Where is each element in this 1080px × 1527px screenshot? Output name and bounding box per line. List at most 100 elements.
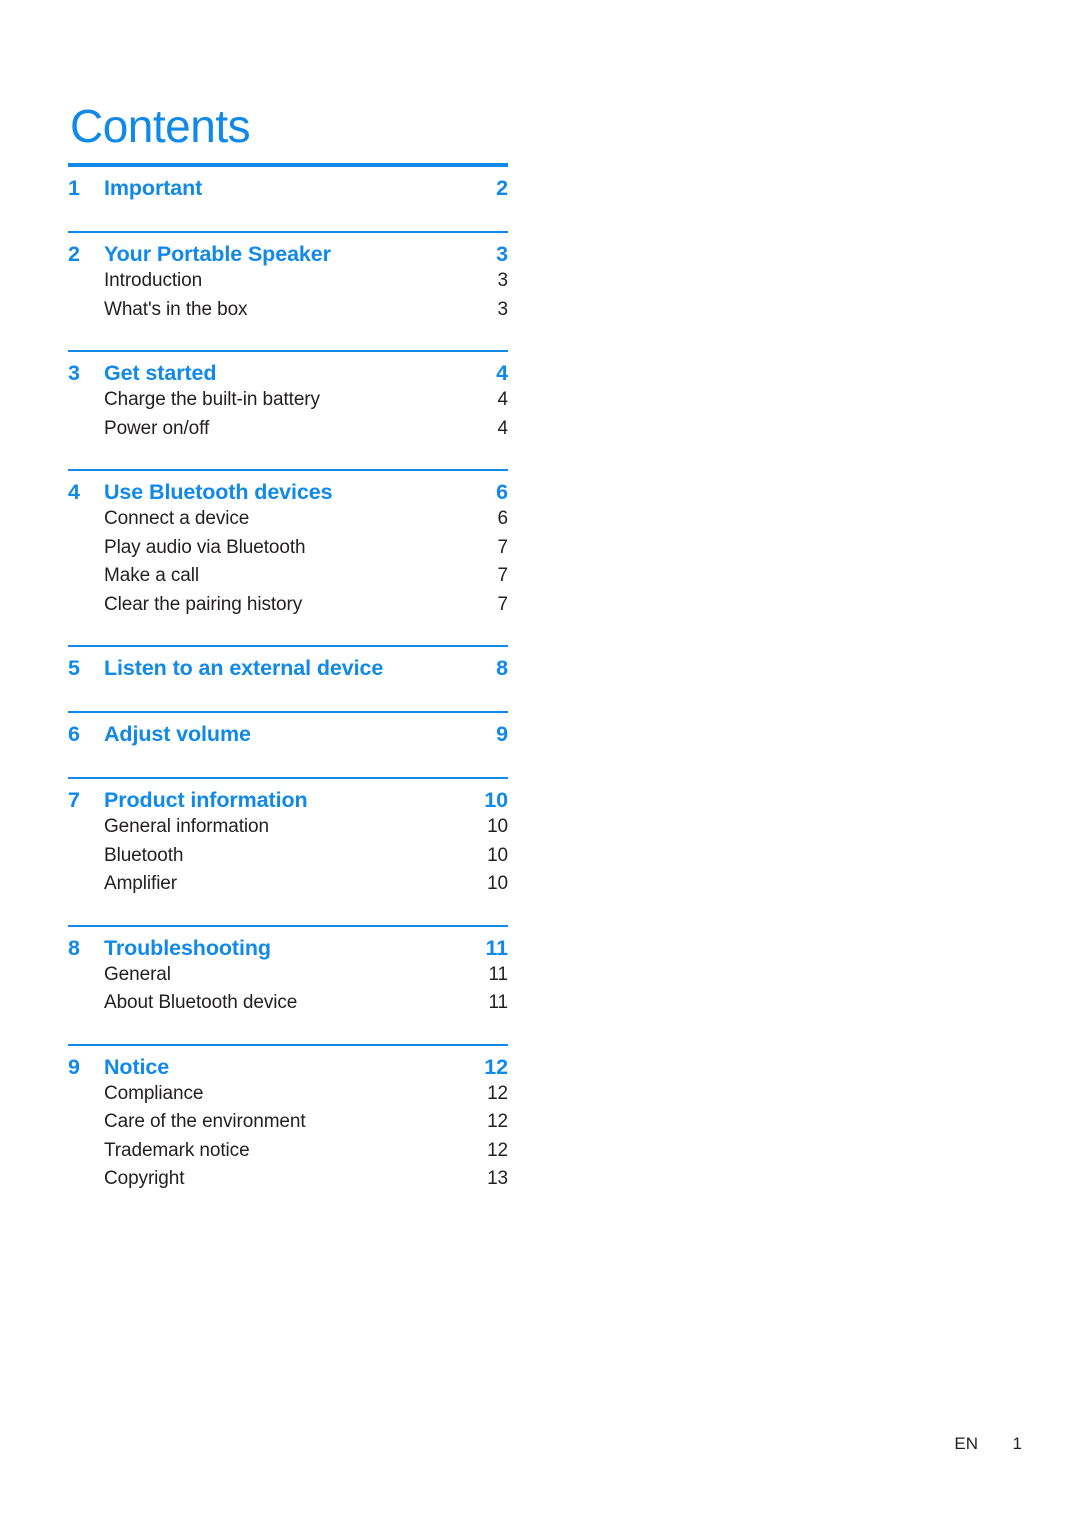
footer-page-number: 1 (1012, 1434, 1022, 1453)
toc-entry[interactable]: 9 Notice 12 (68, 1046, 508, 1080)
toc-subentry[interactable]: Power on/off 4 (68, 415, 508, 444)
toc-subentry-page: 7 (497, 593, 509, 615)
toc-section: 3 Get started 4 Charge the built-in battery… (68, 350, 508, 469)
toc-entry-page: 12 (484, 1054, 508, 1079)
toc-subentry[interactable]: Copyright 13 (68, 1165, 508, 1194)
toc-subentry-title: Amplifier (104, 873, 178, 894)
toc-subentry[interactable]: General information 10 (68, 813, 508, 842)
toc-subentry-page: 12 (487, 1111, 508, 1132)
toc-entry-page: 3 (496, 242, 508, 266)
toc-entry[interactable]: 7 Product information 10 (68, 779, 508, 813)
toc-subentry[interactable]: Play audio via Bluetooth 7 (68, 534, 508, 563)
toc-entry-title: Adjust volume (104, 722, 251, 746)
toc-entry-page: 10 (484, 788, 508, 812)
toc-subentry-page: 10 (487, 873, 508, 894)
toc-entry-number: 8 (68, 935, 80, 960)
toc-subentry-title: Trademark notice (104, 1139, 250, 1161)
toc-subentry-title: Make a call (104, 565, 199, 586)
toc-section: 6 Adjust volume 9 (68, 711, 508, 777)
toc-entry-title: Important (104, 176, 203, 200)
toc-entry-number: 9 (68, 1054, 80, 1079)
toc-subentry-page: 3 (497, 270, 509, 291)
toc-subentry[interactable]: About Bluetooth device 11 (68, 989, 508, 1018)
toc-subentry-title: Copyright (104, 1168, 185, 1189)
toc-subentry[interactable]: Connect a device 6 (68, 505, 508, 534)
toc-subentry-page: 10 (487, 816, 508, 837)
toc-subentry-page: 3 (497, 298, 509, 320)
toc-subentry[interactable]: Bluetooth 10 (68, 842, 508, 871)
toc-entry[interactable]: 6 Adjust volume 9 (68, 713, 508, 747)
toc-entry-page: 11 (485, 935, 508, 960)
toc-entry-page: 8 (496, 656, 508, 680)
toc-subentry-title: Connect a device (104, 508, 250, 529)
toc-entry-title: Use Bluetooth devices (104, 480, 333, 504)
toc-entry[interactable]: 3 Get started 4 (68, 352, 508, 386)
toc-entry-number: 1 (68, 176, 80, 200)
toc-subentry-page: 4 (497, 417, 509, 439)
toc-subentry-page: 11 (488, 992, 508, 1013)
toc-entry-page: 6 (496, 480, 508, 504)
toc-entry[interactable]: 2 Your Portable Speaker 3 (68, 233, 508, 267)
table-of-contents: 1 Important 2 2 Your Portable Speaker 3 Introd… (68, 163, 508, 1220)
toc-subentry-page: 12 (487, 1082, 508, 1104)
toc-entry-number: 2 (68, 242, 80, 266)
document-page: Contents 1 Important 2 2 Your Portable Speak… (0, 0, 1080, 1527)
toc-subentry-title: Charge the built-in battery (104, 389, 320, 410)
toc-subentry-title: What's in the box (104, 298, 248, 320)
toc-section: 1 Important 2 (68, 163, 508, 231)
toc-subentry-title: Play audio via Bluetooth (104, 536, 306, 558)
toc-entry[interactable]: 5 Listen to an external device 8 (68, 647, 508, 681)
toc-section: 5 Listen to an external device 8 (68, 645, 508, 711)
toc-section: 7 Product information 10 General informatio… (68, 777, 508, 925)
toc-entry-title: Notice (104, 1054, 170, 1079)
toc-entry-page: 4 (496, 361, 508, 385)
toc-section: 8 Troubleshooting 11 General 11 About Bluetoo… (68, 924, 508, 1044)
toc-subentry-page: 6 (497, 508, 509, 529)
toc-subentry[interactable]: Trademark notice 12 (68, 1137, 508, 1166)
toc-subentry[interactable]: Compliance 12 (68, 1080, 508, 1109)
toc-entry-number: 5 (68, 656, 80, 680)
toc-subentry-title: General (104, 963, 171, 985)
toc-subentry[interactable]: What's in the box 3 (68, 296, 508, 325)
toc-entry-title: Product information (104, 788, 308, 812)
toc-entry-number: 7 (68, 788, 80, 812)
toc-entry-number: 4 (68, 480, 80, 504)
toc-subentry[interactable]: General 11 (68, 961, 508, 990)
toc-entry-title: Troubleshooting (104, 935, 271, 960)
toc-subentry-title: Clear the pairing history (104, 593, 303, 615)
toc-subentry[interactable]: Make a call 7 (68, 562, 508, 591)
toc-subentry[interactable]: Charge the built-in battery 4 (68, 386, 508, 415)
toc-subentry-page: 7 (497, 565, 509, 586)
toc-entry[interactable]: 1 Important 2 (68, 167, 508, 201)
toc-subentry-title: Bluetooth (104, 844, 184, 866)
toc-subentry-title: Introduction (104, 270, 203, 291)
toc-section: 4 Use Bluetooth devices 6 Connect a device 6… (68, 469, 508, 645)
toc-subentry-title: Power on/off (104, 417, 210, 439)
toc-subentry-page: 12 (487, 1139, 508, 1161)
toc-subentry-page: 11 (488, 963, 508, 985)
toc-subentry-title: General information (104, 816, 269, 837)
toc-section: 2 Your Portable Speaker 3 Introduction 3 What… (68, 231, 508, 350)
toc-subentry-page: 10 (487, 844, 508, 866)
toc-entry-page: 2 (496, 176, 508, 200)
toc-subentry-title: About Bluetooth device (104, 992, 298, 1013)
toc-subentry[interactable]: Introduction 3 (68, 267, 508, 296)
toc-subentry[interactable]: Care of the environment 12 (68, 1108, 508, 1137)
toc-subentry[interactable]: Clear the pairing history 7 (68, 591, 508, 620)
toc-entry-title: Listen to an external device (104, 656, 384, 680)
toc-entry[interactable]: 8 Troubleshooting 11 (68, 927, 508, 961)
toc-subentry-title: Care of the environment (104, 1111, 306, 1132)
toc-entry[interactable]: 4 Use Bluetooth devices 6 (68, 471, 508, 505)
toc-subentry-page: 4 (497, 389, 509, 410)
toc-entry-title: Get started (104, 361, 217, 385)
toc-subentry[interactable]: Amplifier 10 (68, 870, 508, 899)
